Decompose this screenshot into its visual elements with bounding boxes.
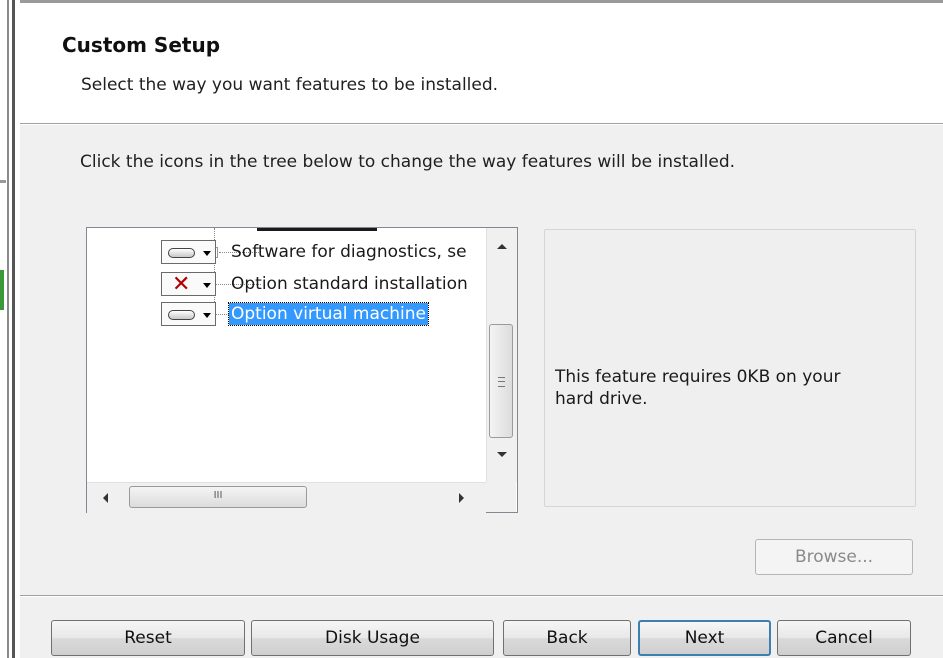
scrollbar-corner: [486, 482, 516, 512]
header-divider: [20, 124, 943, 125]
window-edge-accent: [0, 270, 4, 310]
disk-usage-button[interactable]: Disk Usage: [251, 620, 494, 656]
horizontal-scroll-thumb[interactable]: III: [129, 486, 307, 508]
feature-state-button[interactable]: ✕: [161, 272, 216, 297]
back-button[interactable]: Back: [503, 620, 631, 656]
feature-info-text: This feature requires 0KB on your hard d…: [555, 367, 841, 409]
scroll-down-arrow-icon[interactable]: [497, 452, 507, 457]
dropdown-arrow-icon: [203, 251, 211, 256]
scroll-left-arrow-icon[interactable]: [103, 493, 108, 503]
hard-drive-icon: [168, 248, 195, 258]
red-x-icon: ✕: [172, 272, 191, 297]
cancel-button[interactable]: Cancel: [777, 620, 911, 656]
grip-icon: [498, 377, 505, 387]
tree-item-label[interactable]: Option standard installation: [229, 273, 470, 295]
feature-state-button[interactable]: [161, 240, 216, 264]
page-subtitle: Select the way you want features to be i…: [81, 75, 499, 95]
feature-tree-viewport: + Software for diagnostics, se ✕ Option …: [87, 228, 487, 482]
vertical-scroll-thumb[interactable]: [489, 324, 513, 438]
feature-state-button[interactable]: [161, 302, 216, 326]
hard-drive-icon: [168, 310, 195, 320]
window-edge-line: [12, 0, 15, 658]
window-edge-line: [7, 0, 9, 658]
horizontal-scrollbar[interactable]: III: [87, 482, 486, 513]
feature-tree[interactable]: + Software for diagnostics, se ✕ Option …: [86, 227, 518, 513]
tree-item-label[interactable]: Software for diagnostics, se: [229, 241, 469, 263]
button-bar-divider-highlight: [20, 596, 943, 597]
browse-button[interactable]: Browse...: [755, 539, 913, 575]
dropdown-arrow-icon: [203, 313, 211, 318]
reset-button[interactable]: Reset: [51, 620, 245, 656]
window-edge-mark: [0, 180, 6, 183]
vertical-scrollbar[interactable]: [486, 228, 517, 482]
scroll-right-arrow-icon[interactable]: [459, 493, 464, 503]
dropdown-arrow-icon: [203, 283, 211, 288]
feature-info-panel: This feature requires 0KB on your hard d…: [544, 229, 916, 507]
clipped-row-edge: [257, 228, 377, 231]
next-button[interactable]: Next: [638, 620, 771, 656]
page-title: Custom Setup: [62, 33, 221, 57]
header-panel: Custom Setup Select the way you want fea…: [20, 3, 943, 124]
instruction-text: Click the icons in the tree below to cha…: [80, 152, 736, 172]
background-window-edge: [0, 0, 20, 658]
tree-item-label-selected[interactable]: Option virtual machine: [228, 302, 429, 326]
scroll-up-arrow-icon[interactable]: [497, 244, 507, 249]
